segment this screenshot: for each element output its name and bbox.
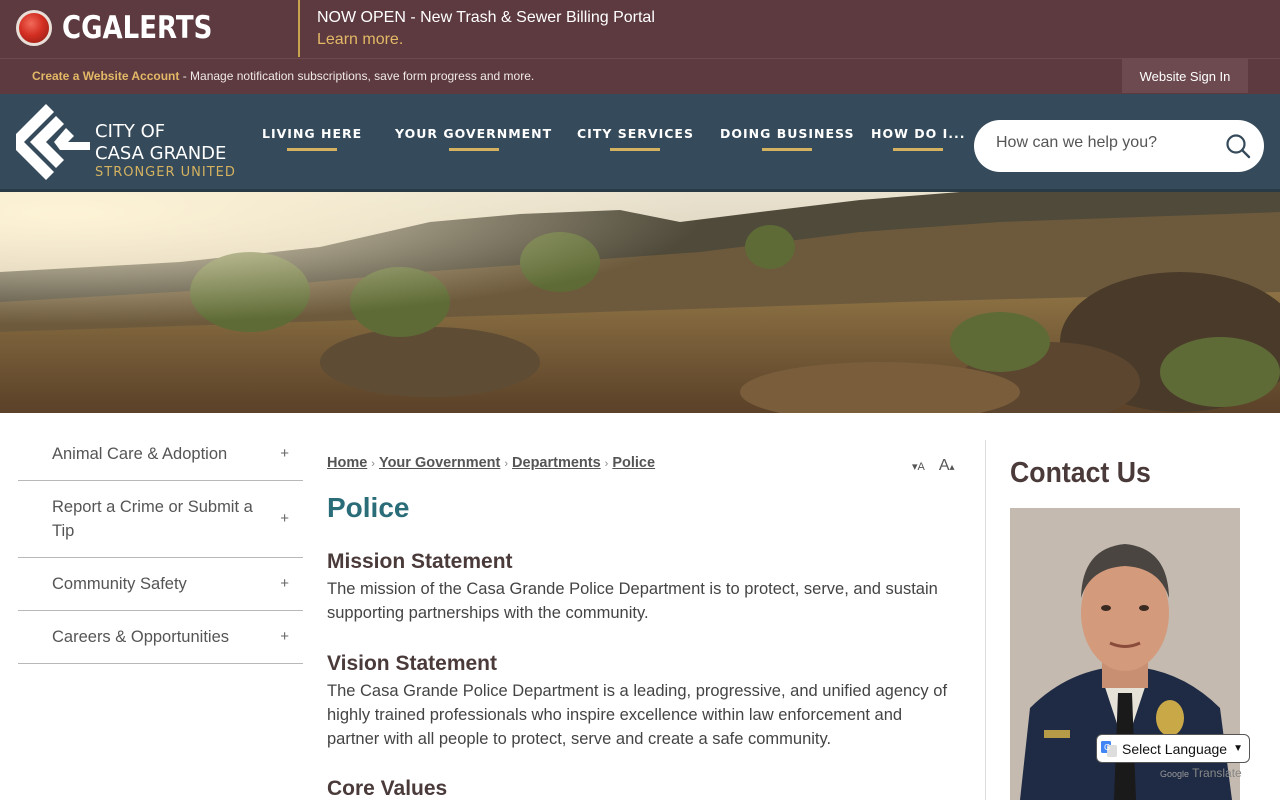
page-title: Police (327, 492, 410, 523)
logo-tagline: STRONGER UNITED (95, 165, 236, 180)
translate-link: Translate (1192, 766, 1242, 780)
search-box (974, 120, 1264, 172)
svg-text:G: G (1104, 743, 1110, 752)
nav-item-label: DOING BUSINESS (720, 126, 855, 141)
alert-divider (298, 0, 300, 57)
content-divider (985, 440, 986, 800)
nav-underline (610, 148, 661, 151)
contact-us-title: Contact Us (1010, 457, 1151, 489)
alert-brand-text: CGALERTS (62, 10, 213, 46)
nav-item-label: YOUR GOVERNMENT (395, 126, 553, 141)
mission-body: The mission of the Casa Grande Police De… (327, 580, 938, 622)
sidebar-item-careers[interactable]: Careers & Opportunities + (18, 611, 303, 664)
nav-item-living-here[interactable]: LIVING HERE (262, 126, 363, 151)
sidebar-item-report-crime[interactable]: Report a Crime or Submit a Tip + (18, 481, 303, 558)
font-size-tools: ▾A A▴ (912, 457, 955, 475)
powered-by-google-translate[interactable]: Google Translate (1160, 766, 1242, 780)
breadcrumb-departments[interactable]: Departments (512, 455, 601, 471)
google-translate-icon: G (1101, 740, 1117, 757)
breadcrumb-separator: › (371, 458, 375, 470)
account-notice: Create a Website Account - Manage notifi… (32, 69, 534, 83)
alert-message: NOW OPEN - New Trash & Sewer Billing Por… (317, 7, 655, 51)
nav-item-your-government[interactable]: YOUR GOVERNMENT (395, 126, 553, 151)
nav-underline (762, 148, 813, 151)
city-logo[interactable]: CITY OF CASA GRANDE STRONGER UNITED (16, 104, 246, 180)
logo-text: CITY OF CASA GRANDE STRONGER UNITED (95, 121, 236, 180)
sidebar-item-community-safety[interactable]: Community Safety + (18, 558, 303, 611)
mission-heading: Mission Statement (327, 550, 513, 573)
expand-plus-icon[interactable]: + (280, 442, 289, 466)
nav-item-city-services[interactable]: CITY SERVICES (577, 126, 694, 151)
nav-item-how-do-i[interactable]: HOW DO I... (871, 126, 966, 151)
expand-plus-icon[interactable]: + (280, 625, 289, 649)
vision-body: The Casa Grande Police Department is a l… (327, 682, 948, 748)
nav-underline (893, 148, 944, 151)
account-description: - Manage notification subscriptions, sav… (179, 69, 535, 83)
search-input[interactable] (996, 134, 1216, 152)
breadcrumb-police[interactable]: Police (612, 455, 655, 471)
core-values-heading: Core Values (327, 777, 448, 800)
logo-casa-grande: CASA GRANDE (95, 143, 227, 164)
sidebar-item-label: Careers & Opportunities (52, 628, 229, 646)
sidebar-nav: Animal Care & Adoption + Report a Crime … (18, 428, 303, 664)
search-icon[interactable] (1225, 133, 1251, 159)
vision-heading: Vision Statement (327, 652, 497, 675)
alert-learn-more-link[interactable]: Learn more. (317, 29, 655, 51)
sidebar-item-label: Animal Care & Adoption (52, 445, 228, 463)
increase-font-button[interactable]: A▴ (939, 457, 955, 475)
casa-grande-emblem-icon (16, 104, 90, 180)
nav-item-doing-business[interactable]: DOING BUSINESS (720, 126, 855, 151)
breadcrumb: Home › Your Government › Departments › Police (327, 455, 655, 471)
alert-beacon-icon (16, 10, 52, 46)
expand-plus-icon[interactable]: + (280, 507, 289, 531)
breadcrumb-home[interactable]: Home (327, 455, 367, 471)
increase-font-label: A (938, 457, 950, 474)
sidebar-item-label: Community Safety (52, 575, 187, 593)
expand-plus-icon[interactable]: + (280, 572, 289, 596)
sidebar-item-label: Report a Crime or Submit a Tip (52, 498, 253, 540)
account-bar: Create a Website Account - Manage notifi… (0, 58, 1280, 94)
nav-underline (448, 148, 499, 151)
breadcrumb-separator: › (504, 458, 509, 470)
alert-headline: NOW OPEN - New Trash & Sewer Billing Por… (317, 9, 655, 26)
chevron-down-icon: ▼ (1233, 743, 1243, 754)
desert-landscape-illustration (0, 192, 1280, 413)
breadcrumb-separator: › (604, 458, 609, 470)
decrease-font-label: A (917, 461, 925, 473)
language-select-label: Select Language (1122, 740, 1228, 757)
nav-item-label: LIVING HERE (262, 126, 363, 141)
alert-bar: CGALERTS NOW OPEN - New Trash & Sewer Bi… (0, 0, 1280, 58)
nav-item-label: CITY SERVICES (577, 126, 694, 141)
decrease-font-button[interactable]: ▾A (912, 460, 925, 473)
cgalerts-logo[interactable]: CGALERTS (16, 10, 241, 46)
logo-city-of: CITY OF (95, 121, 166, 142)
google-wordmark: Google (1160, 769, 1190, 779)
create-account-link[interactable]: Create a Website Account (32, 69, 179, 83)
nav-underline (287, 148, 338, 151)
main-nav-bar: CITY OF CASA GRANDE STRONGER UNITED LIVI… (0, 94, 1280, 192)
language-select[interactable]: G Select Language ▼ (1096, 734, 1250, 763)
hero-banner-image (0, 192, 1280, 413)
sidebar-item-animal-care[interactable]: Animal Care & Adoption + (18, 428, 303, 481)
website-sign-in-button[interactable]: Website Sign In (1122, 59, 1248, 93)
nav-item-label: HOW DO I... (871, 126, 966, 141)
breadcrumb-your-government[interactable]: Your Government (379, 455, 500, 471)
